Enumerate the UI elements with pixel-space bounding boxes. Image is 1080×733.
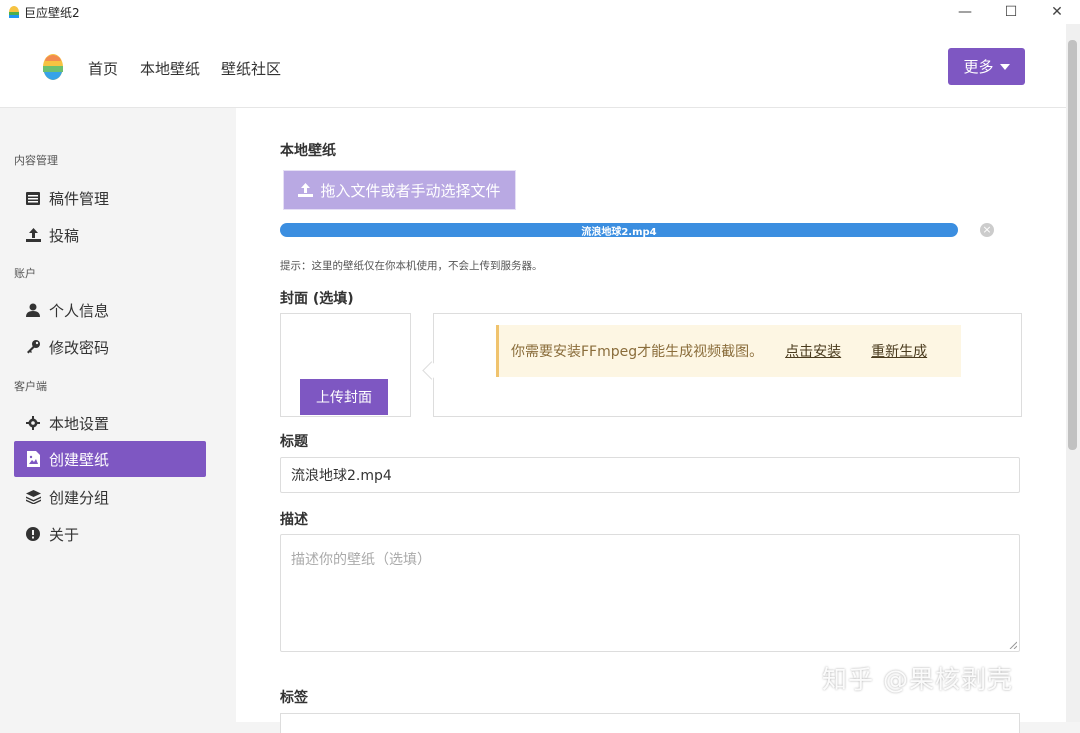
upload-file-button[interactable]: 拖入文件或者手动选择文件 bbox=[283, 170, 516, 210]
maximize-button[interactable]: ☐ bbox=[988, 0, 1034, 24]
sidebar-item-local-settings[interactable]: 本地设置 bbox=[14, 405, 206, 441]
remove-file-icon[interactable]: × bbox=[980, 223, 994, 237]
sidebar-item-change-password[interactable]: 修改密码 bbox=[14, 329, 206, 365]
caret-down-icon bbox=[999, 63, 1010, 70]
close-button[interactable]: ✕ bbox=[1034, 0, 1080, 24]
sidebar-item-label: 本地设置 bbox=[49, 414, 110, 433]
sidebar-item-profile[interactable]: 个人信息 bbox=[14, 292, 206, 328]
cover-label: 封面 (选填) bbox=[280, 291, 354, 307]
tags-label: 标签 bbox=[280, 690, 308, 706]
sidebar-item-manuscripts[interactable]: 稿件管理 bbox=[14, 180, 206, 216]
title-input-value: 流浪地球2.mp4 bbox=[291, 468, 392, 484]
progress-file-name: 流浪地球2.mp4 bbox=[581, 226, 657, 238]
nav-local-wallpaper[interactable]: 本地壁纸 bbox=[140, 58, 200, 79]
list-icon bbox=[25, 191, 41, 205]
sidebar-item-label: 创建分组 bbox=[49, 488, 110, 507]
main-content: 本地壁纸 拖入文件或者手动选择文件 流浪地球2.mp4 × 提示：这里的壁纸仅在… bbox=[236, 108, 1066, 733]
file-image-icon bbox=[25, 451, 41, 467]
sidebar-item-label: 个人信息 bbox=[49, 301, 110, 320]
warning-message: 你需要安装FFmpeg才能生成视频截图。 bbox=[511, 344, 764, 360]
sidebar-item-submit[interactable]: 投稿 bbox=[14, 217, 206, 253]
title-input[interactable]: 流浪地球2.mp4 bbox=[280, 457, 1020, 493]
hint-text: 提示：这里的壁纸仅在你本机使用，不会上传到服务器。 bbox=[280, 260, 543, 272]
logo[interactable] bbox=[43, 54, 63, 80]
description-textarea[interactable]: 描述你的壁纸（选填） bbox=[280, 534, 1020, 652]
nav-home[interactable]: 首页 bbox=[88, 58, 118, 79]
window-controls: — ☐ ✕ bbox=[942, 0, 1080, 24]
title-label: 标题 bbox=[280, 434, 308, 450]
cover-preview: 上传封面 bbox=[280, 313, 411, 417]
local-wallpaper-label: 本地壁纸 bbox=[280, 143, 336, 159]
upload-icon bbox=[25, 228, 41, 242]
sidebar-section-content: 内容管理 bbox=[14, 154, 58, 167]
description-placeholder: 描述你的壁纸（选填） bbox=[291, 552, 431, 568]
upload-cover-button[interactable]: 上传封面 bbox=[300, 379, 388, 415]
sidebar-item-label: 创建壁纸 bbox=[49, 450, 110, 469]
scrollbar-thumb[interactable] bbox=[1068, 40, 1077, 450]
window-title: 巨应壁纸2 bbox=[24, 5, 80, 20]
sidebar-section-account: 账户 bbox=[14, 267, 36, 280]
key-icon bbox=[25, 340, 41, 354]
resize-handle-icon[interactable] bbox=[1009, 641, 1017, 649]
layers-icon bbox=[25, 490, 41, 504]
watermark: 知乎 @果核剥壳 bbox=[822, 665, 1013, 694]
sidebar-item-about[interactable]: 关于 bbox=[14, 516, 206, 552]
tags-input[interactable] bbox=[280, 713, 1020, 733]
title-bar: 巨应壁纸2 — ☐ ✕ bbox=[0, 0, 1080, 24]
sidebar-item-label: 稿件管理 bbox=[49, 189, 110, 208]
minimize-button[interactable]: — bbox=[942, 0, 988, 24]
upload-icon bbox=[298, 183, 314, 197]
nav-wallpaper-community[interactable]: 壁纸社区 bbox=[221, 58, 281, 79]
sidebar-item-label: 关于 bbox=[49, 525, 80, 544]
upload-progress-bar: 流浪地球2.mp4 bbox=[280, 223, 958, 238]
info-icon bbox=[25, 527, 41, 541]
install-link[interactable]: 点击安装 bbox=[785, 341, 841, 361]
sidebar-item-label: 投稿 bbox=[49, 226, 80, 245]
sidebar: 内容管理 稿件管理 投稿 账户 个人信息 修改密码 客户端 本地设置 创建壁纸 … bbox=[0, 108, 236, 722]
description-label: 描述 bbox=[280, 512, 308, 528]
user-icon bbox=[25, 303, 41, 317]
app-logo-icon bbox=[9, 6, 19, 18]
more-button[interactable]: 更多 bbox=[948, 48, 1025, 85]
sidebar-item-label: 修改密码 bbox=[49, 338, 110, 357]
sidebar-item-create-group[interactable]: 创建分组 bbox=[14, 479, 206, 515]
ffmpeg-warning: 你需要安装FFmpeg才能生成视频截图。 点击安装 重新生成 bbox=[496, 325, 961, 377]
regenerate-link[interactable]: 重新生成 bbox=[871, 341, 927, 361]
video-screenshot-panel: 你需要安装FFmpeg才能生成视频截图。 点击安装 重新生成 bbox=[433, 313, 1022, 417]
top-navigation: 首页 本地壁纸 壁纸社区 更多 bbox=[0, 24, 1066, 108]
sidebar-item-create-wallpaper[interactable]: 创建壁纸 bbox=[14, 441, 206, 477]
sidebar-section-client: 客户端 bbox=[14, 380, 47, 393]
upload-file-label: 拖入文件或者手动选择文件 bbox=[320, 181, 501, 200]
gear-icon bbox=[25, 416, 41, 430]
more-button-label: 更多 bbox=[963, 58, 994, 76]
